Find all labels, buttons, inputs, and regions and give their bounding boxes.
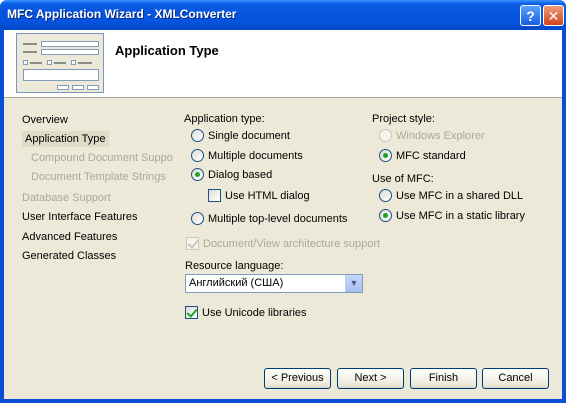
radio-multiple-documents[interactable]: Multiple documents [191,149,303,163]
window-title: MFC Application Wizard - XMLConverter [7,7,237,21]
radio-dialog-based[interactable]: Dialog based [191,168,272,182]
nav-item-application-type[interactable]: Application Type [22,131,109,147]
radio-indicator [379,209,392,222]
radio-label: MFC standard [396,150,466,162]
radio-label: Use MFC in a shared DLL [396,190,524,202]
radio-multiple-top-level-documents[interactable]: Multiple top-level documents [191,212,347,226]
radio-label: Use MFC in a static library [396,210,525,222]
title-bar[interactable]: MFC Application Wizard - XMLConverter ? … [0,0,566,30]
app-type-label: Application type: [184,113,265,125]
cancel-button[interactable]: Cancel [482,368,549,389]
wizard-nav: Overview Application Type Compound Docum… [4,100,180,399]
next-button[interactable]: Next > [337,368,404,389]
wizard-window: MFC Application Wizard - XMLConverter ? … [0,0,566,403]
nav-item-advanced-features[interactable]: Advanced Features [22,229,117,245]
radio-indicator [191,149,204,162]
nav-item-compound-document-support: Compound Document Support [31,152,180,164]
document-view-support-checkbox: Document/View architecture support [186,237,380,251]
checkbox-indicator [208,189,221,202]
header-panel: Application Type [4,30,562,98]
checkbox-label: Document/View architecture support [203,238,381,250]
radio-indicator [191,168,204,181]
radio-label: Windows Explorer [396,130,485,142]
checkbox-label: Use HTML dialog [225,190,310,202]
resource-language-value: Английский (США) [189,277,284,289]
radio-indicator [379,149,392,162]
radio-mfc-static-library[interactable]: Use MFC in a static library [379,209,525,223]
radio-indicator [379,189,392,202]
previous-button[interactable]: < Previous [264,368,331,389]
radio-single-document[interactable]: Single document [191,129,290,143]
use-html-dialog-checkbox[interactable]: Use HTML dialog [208,189,310,203]
project-style-label: Project style: [372,113,435,125]
dialog-preview-icon [16,33,104,93]
page-title: Application Type [115,43,219,58]
close-button[interactable]: ✕ [543,5,564,26]
checkbox-label: Use Unicode libraries [202,307,307,319]
help-button[interactable]: ? [520,5,541,26]
chevron-down-icon[interactable]: ▼ [345,275,362,292]
nav-item-generated-classes[interactable]: Generated Classes [22,248,116,264]
radio-indicator [379,129,392,142]
nav-item-user-interface-features[interactable]: User Interface Features [22,209,138,225]
radio-mfc-shared-dll[interactable]: Use MFC in a shared DLL [379,189,523,203]
resource-language-label: Resource language: [185,260,284,272]
radio-windows-explorer: Windows Explorer [379,129,485,143]
checkbox-indicator [186,237,199,250]
finish-button[interactable]: Finish [410,368,477,389]
dialog-client: Application Type Overview Application Ty… [4,30,562,399]
radio-indicator [191,129,204,142]
content-panel: Application type: Single document Multip… [173,100,562,376]
nav-item-document-template-strings: Document Template Strings [31,171,166,183]
radio-mfc-standard[interactable]: MFC standard [379,149,466,163]
radio-label: Multiple top-level documents [208,213,348,225]
radio-indicator [191,212,204,225]
radio-label: Dialog based [208,169,273,181]
checkbox-indicator [185,306,198,319]
radio-label: Multiple documents [208,150,303,162]
radio-label: Single document [208,130,290,142]
use-unicode-checkbox[interactable]: Use Unicode libraries [185,306,307,320]
nav-item-database-support: Database Support [22,192,111,204]
resource-language-select[interactable]: Английский (США) ▼ [185,274,363,293]
use-of-mfc-label: Use of MFC: [372,173,434,185]
nav-item-overview[interactable]: Overview [22,112,68,128]
